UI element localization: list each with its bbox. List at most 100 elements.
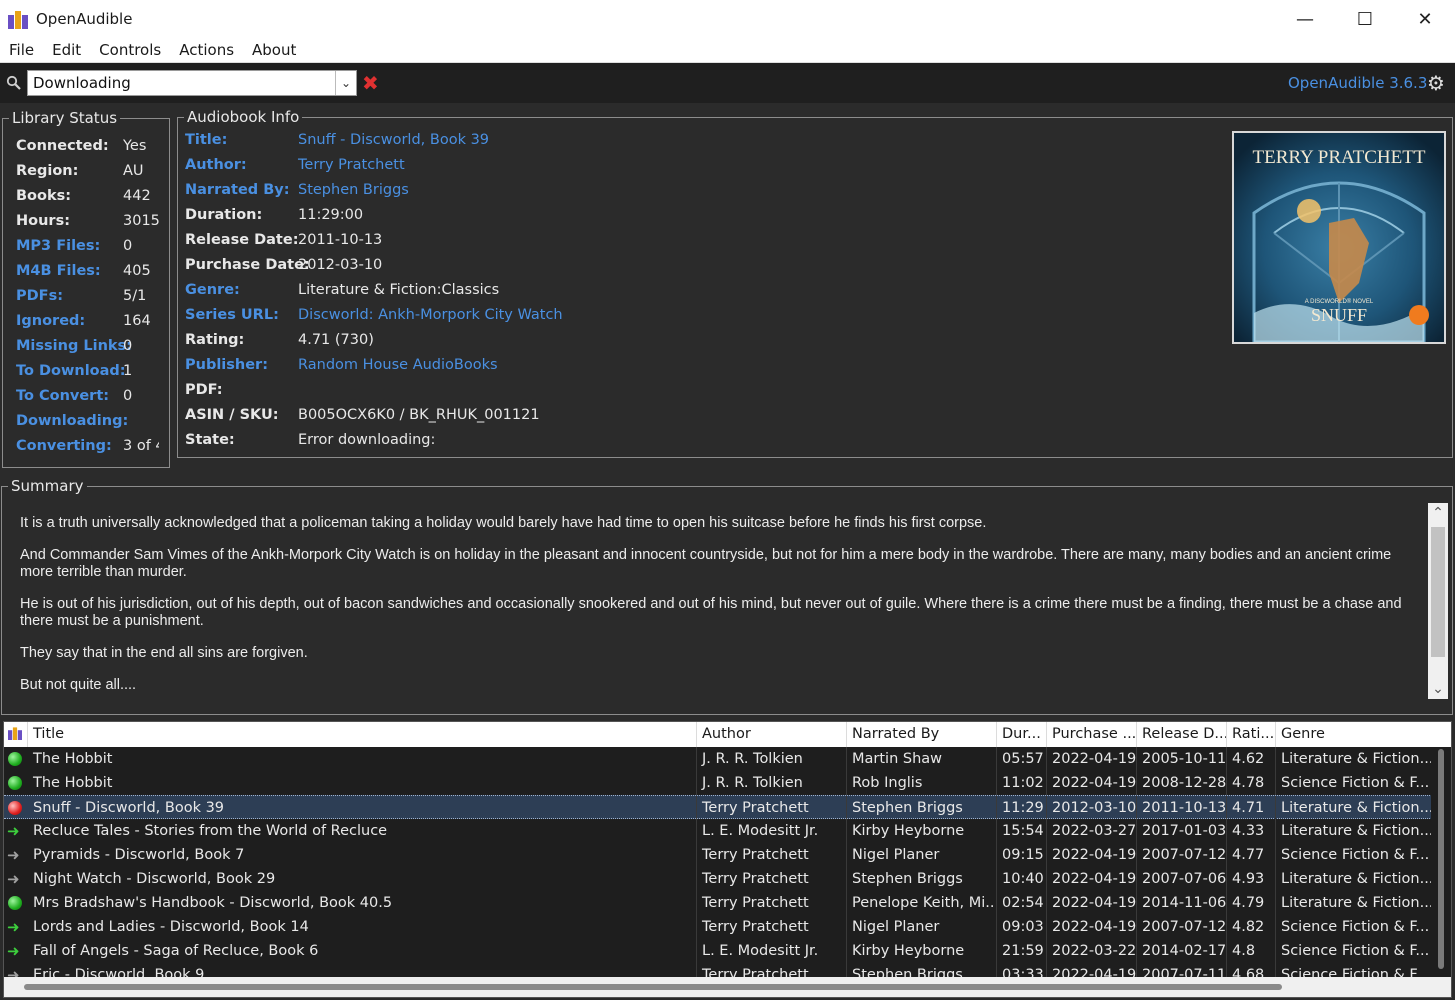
table-cell: Terry Pratchett [697, 843, 847, 867]
table-row[interactable]: ➜ Fall of Angels - Saga of Recluce, Book … [4, 939, 1432, 963]
summary-scrollbar[interactable]: ⌃ ⌄ [1428, 503, 1448, 699]
column-header-narrated-by[interactable]: Narrated By [847, 722, 997, 747]
table-vertical-scrollbar[interactable] [1431, 747, 1451, 979]
library-status-label[interactable]: Downloading: [16, 413, 128, 429]
status-arrow-icon: ➜ [7, 918, 20, 936]
table-cell: Martin Shaw [847, 747, 997, 771]
table-cell: 10:40 [997, 867, 1047, 891]
search-combobox[interactable]: Downloading ⌄ [27, 70, 357, 96]
audiobook-info-label[interactable]: Publisher: [185, 357, 268, 373]
table-horizontal-scrollbar[interactable] [4, 977, 1451, 997]
table-row[interactable]: ➜ Night Watch - Discworld, Book 29 Terry P… [4, 867, 1432, 891]
table-row[interactable]: The Hobbit J. R. R. Tolkien Rob Inglis 11:0… [4, 771, 1432, 795]
table-vscroll-thumb[interactable] [1438, 749, 1444, 969]
column-header-title[interactable]: Title [28, 722, 697, 747]
audiobook-info-label[interactable]: Series URL: [185, 307, 279, 323]
window-controls: — ☐ ✕ [1275, 0, 1455, 38]
table-cell: Science Fiction & F... [1276, 915, 1432, 939]
minimize-button[interactable]: — [1275, 0, 1335, 38]
status-column-header[interactable] [4, 722, 28, 747]
gear-icon[interactable]: ⚙ [1427, 71, 1445, 95]
table-cell: Stephen Briggs [847, 796, 997, 820]
audiobook-info-label[interactable]: Author: [185, 157, 247, 173]
audiobook-info-label[interactable]: Title: [185, 132, 227, 148]
library-status-label: Hours: [16, 213, 70, 229]
column-header-purchase-date[interactable]: Purchase ... [1047, 722, 1137, 747]
table-cell: Literature & Fiction... [1276, 796, 1432, 820]
summary-scroll-thumb[interactable] [1431, 527, 1445, 657]
scroll-up-icon[interactable]: ⌃ [1428, 503, 1448, 523]
table-cell: The Hobbit [28, 771, 697, 795]
library-status-label: Region: [16, 163, 79, 179]
library-status-label[interactable]: M4B Files: [16, 263, 101, 279]
audiobook-info-value: Error downloading: [298, 432, 436, 448]
close-button[interactable]: ✕ [1395, 0, 1455, 38]
version-link[interactable]: OpenAudible 3.6.3 [1288, 74, 1427, 92]
toolbar: Downloading ⌄ ✖ OpenAudible 3.6.3 ⚙ [0, 63, 1455, 103]
column-header-rating[interactable]: Rati... [1227, 722, 1276, 747]
menu-file[interactable]: File [0, 41, 43, 59]
library-status-label[interactable]: Missing Links: [16, 338, 132, 354]
table-row[interactable]: ➜ Recluce Tales - Stories from the World … [4, 819, 1432, 843]
table-hscroll-thumb[interactable] [24, 984, 1282, 990]
library-status-label[interactable]: Ignored: [16, 313, 85, 329]
menu-actions[interactable]: Actions [170, 41, 243, 59]
table-row[interactable]: Mrs Bradshaw's Handbook - Discworld, Boo… [4, 891, 1432, 915]
menu-bar: File Edit Controls Actions About [0, 38, 1455, 63]
library-status-value: 3 of 4 [123, 438, 159, 454]
table-cell: 4.78 [1227, 771, 1276, 795]
chevron-down-icon[interactable]: ⌄ [336, 76, 356, 90]
audiobook-info-value[interactable]: Terry Pratchett [298, 157, 405, 173]
table-cell: Terry Pratchett [697, 867, 847, 891]
audiobook-info-value[interactable]: Snuff - Discworld, Book 39 [298, 132, 489, 148]
table-cell: Literature & Fiction... [1276, 867, 1432, 891]
search-input[interactable]: Downloading [28, 71, 336, 95]
title-bar: OpenAudible — ☐ ✕ [0, 0, 1455, 38]
table-cell: 09:15 [997, 843, 1047, 867]
column-header-author[interactable]: Author [697, 722, 847, 747]
table-row[interactable]: The Hobbit J. R. R. Tolkien Martin Shaw 05:… [4, 747, 1432, 771]
table-cell: J. R. R. Tolkien [697, 771, 847, 795]
cover-subtitle: A DISCWORLD® NOVEL [1305, 298, 1374, 305]
library-status-label[interactable]: To Convert: [16, 388, 109, 404]
column-header-duration[interactable]: Dur... [997, 722, 1047, 747]
audiobook-info-label[interactable]: Genre: [185, 282, 240, 298]
window-title: OpenAudible [36, 10, 133, 28]
library-status-label[interactable]: PDFs: [16, 288, 63, 304]
openaudible-logo-icon [8, 9, 30, 29]
table-cell: 11:02 [997, 771, 1047, 795]
table-cell: Snuff - Discworld, Book 39 [28, 796, 697, 820]
table-cell: 21:59 [997, 939, 1047, 963]
audiobook-info-value[interactable]: Discworld: Ankh-Morpork City Watch [298, 307, 563, 323]
audiobook-info-value[interactable]: Stephen Briggs [298, 182, 409, 198]
table-cell: 2007-07-06 [1137, 867, 1227, 891]
table-cell: Nigel Planer [847, 915, 997, 939]
table-row[interactable]: Snuff - Discworld, Book 39 Terry Pratchet… [4, 795, 1432, 820]
audiobook-info-label[interactable]: Narrated By: [185, 182, 290, 198]
menu-controls[interactable]: Controls [90, 41, 170, 59]
maximize-button[interactable]: ☐ [1335, 0, 1395, 38]
scroll-down-icon[interactable]: ⌄ [1428, 679, 1448, 699]
menu-edit[interactable]: Edit [43, 41, 90, 59]
status-arrow-icon: ➜ [7, 942, 20, 960]
table-cell: The Hobbit [28, 747, 697, 771]
audiobook-info-value[interactable]: Random House AudioBooks [298, 357, 498, 373]
table-cell: Terry Pratchett [697, 796, 847, 820]
table-cell: Science Fiction & F... [1276, 939, 1432, 963]
audiobook-info-value: B005OCX6K0 / BK_RHUK_001121 [298, 407, 540, 423]
library-status-label[interactable]: Converting: [16, 438, 112, 454]
table-cell: 4.93 [1227, 867, 1276, 891]
library-status-value: AU [123, 163, 144, 179]
library-status-label[interactable]: MP3 Files: [16, 238, 100, 254]
library-status-label[interactable]: To Download: [16, 363, 126, 379]
column-header-genre[interactable]: Genre [1276, 722, 1451, 747]
table-cell: Kirby Heyborne [847, 939, 997, 963]
clear-search-icon[interactable]: ✖ [362, 71, 379, 95]
column-header-release-date[interactable]: Release D... [1137, 722, 1227, 747]
table-row[interactable]: ➜ Pyramids - Discworld, Book 7 Terry Pratc… [4, 843, 1432, 867]
cover-image: TERRY PRATCHETT A DISCWORLD® NOVEL SNUFF [1232, 131, 1446, 344]
table-row[interactable]: ➜ Lords and Ladies - Discworld, Book 14 Te… [4, 915, 1432, 939]
red-status-dot-icon [8, 801, 22, 815]
cover-author: TERRY PRATCHETT [1253, 147, 1426, 168]
menu-about[interactable]: About [243, 41, 305, 59]
